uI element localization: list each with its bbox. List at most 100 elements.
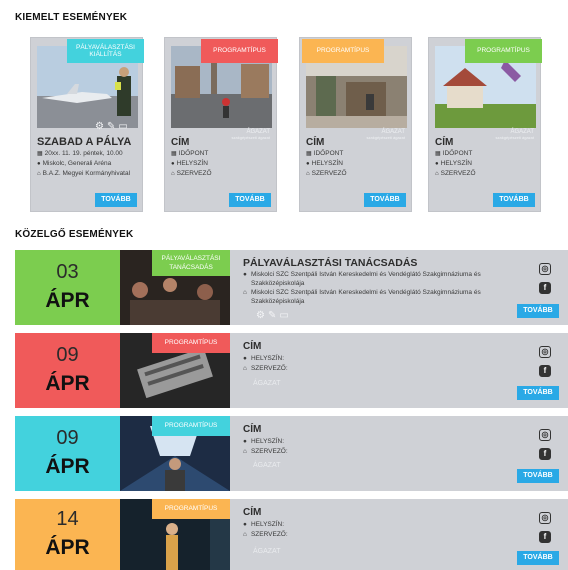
more-button[interactable]: TOVÁBB xyxy=(364,193,406,207)
event-details: ▦ IDŐPONT ● HELYSZÍN ⌂ SZERVEZŐ xyxy=(306,149,347,179)
event-month: ÁPR xyxy=(45,535,90,559)
category-icons: ⚙✎▭ xyxy=(256,310,292,321)
event-type-tag: PROGRAMTÍPUS xyxy=(465,39,542,63)
home-icon: ⌂ xyxy=(37,171,41,177)
instagram-icon[interactable]: ◎ xyxy=(539,512,551,524)
featured-card[interactable]: PROGRAMTÍPUS ÁGAZAT szakgépészeti ágazat… xyxy=(164,37,278,212)
event-details: ● HELYSZÍN: ⌂ SZERVEZŐ: xyxy=(243,354,288,374)
calendar-icon: ▦ xyxy=(37,151,43,157)
event-title: CÍM xyxy=(435,137,454,148)
event-title: CÍM xyxy=(243,507,262,518)
event-details: ▦ 20xx. 11. 19. péntek, 10.00 ● Miskolc, G… xyxy=(37,149,141,179)
location-pin-icon: ● xyxy=(243,438,247,445)
event-place: HELYSZÍN xyxy=(176,160,208,167)
sector-sub: szakgépészeti ágazat xyxy=(495,134,534,140)
event-date: IDŐPONT xyxy=(178,150,209,157)
event-title: CÍM xyxy=(243,424,262,435)
event-details: ▦ IDŐPONT ● HELYSZÍN ⌂ SZERVEZŐ xyxy=(435,149,476,179)
home-icon: ⌂ xyxy=(435,171,439,177)
event-day: 09 xyxy=(56,426,79,449)
featured-section-title: KIEMELT ESEMÉNYEK xyxy=(15,12,128,23)
facebook-icon[interactable]: f xyxy=(539,282,551,294)
featured-card[interactable]: PÁLYAVÁLASZTÁSI KIÁLLÍTÁS ⚙✎▭ SZABAD A P… xyxy=(30,37,144,212)
event-type-tag: PROGRAMTÍPUS xyxy=(152,333,230,353)
event-organizer: SZERVEZŐ: xyxy=(250,531,288,538)
upcoming-event-row[interactable]: 09 ÁPR PROGRAMTÍPUS CÍM ● HELYSZÍN: ⌂ SZER… xyxy=(15,416,568,491)
event-place: HELYSZÍN xyxy=(311,160,343,167)
home-icon: ⌂ xyxy=(171,171,175,177)
event-details: ● HELYSZÍN: ⌂ SZERVEZŐ: xyxy=(243,520,288,540)
event-organizer: SZERVEZŐ xyxy=(311,170,347,177)
category-icons: ⚙✎▭ xyxy=(95,121,131,132)
event-place: HELYSZÍN: xyxy=(250,355,285,362)
event-place: Miskolci SZC Szentpáli István Kereskedel… xyxy=(250,271,481,287)
more-button[interactable]: TOVÁBB xyxy=(517,551,559,565)
upcoming-event-row[interactable]: 09 ÁPR PROGRAMTÍPUS CÍM ● HELYSZÍN: ⌂ SZER… xyxy=(15,333,568,408)
facebook-icon[interactable]: f xyxy=(539,531,551,543)
event-place: Miskolc, Generali Aréna xyxy=(42,160,112,167)
home-icon: ⌂ xyxy=(243,531,247,538)
event-type-tag: PÁLYAVÁLASZTÁSI TANÁCSADÁS xyxy=(152,250,230,276)
event-month: ÁPR xyxy=(45,371,90,395)
sector-label: ÁGAZAT szakgépészeti ágazat xyxy=(496,129,534,140)
location-pin-icon: ● xyxy=(171,161,175,167)
instagram-icon[interactable]: ◎ xyxy=(539,429,551,441)
event-organizer: SZERVEZŐ xyxy=(176,170,212,177)
event-title: CÍM xyxy=(306,137,325,148)
instagram-icon[interactable]: ◎ xyxy=(539,263,551,275)
sector-label: ÁGAZAT szakgépészeti ágazat xyxy=(367,129,405,140)
calendar-icon: ▦ xyxy=(171,151,177,157)
event-date: 20xx. 11. 19. péntek, 10.00 xyxy=(44,150,123,157)
sector-sub: szakgépészeti ágazat xyxy=(366,134,405,140)
event-organizer: B.A.Z. Megyei Kormányhivatal xyxy=(42,170,131,177)
home-icon: ⌂ xyxy=(243,448,247,455)
event-title: PÁLYAVÁLASZTÁSI TANÁCSADÁS xyxy=(243,257,418,269)
more-button[interactable]: TOVÁBB xyxy=(493,193,535,207)
event-type-tag: PROGRAMTÍPUS xyxy=(152,499,230,519)
event-type-tag: PÁLYAVÁLASZTÁSI KIÁLLÍTÁS xyxy=(67,39,144,63)
event-place: HELYSZÍN: xyxy=(250,438,285,445)
location-pin-icon: ● xyxy=(306,161,310,167)
more-button[interactable]: TOVÁBB xyxy=(517,386,559,400)
event-organizer: Miskolci SZC Szentpáli István Kereskedel… xyxy=(250,289,481,305)
event-type-tag: PROGRAMTÍPUS xyxy=(201,39,278,63)
facebook-icon[interactable]: f xyxy=(539,365,551,377)
monitor-icon: ▭ xyxy=(118,121,131,132)
instagram-icon[interactable]: ◎ xyxy=(539,346,551,358)
wrench-icon: ✎ xyxy=(106,121,119,132)
featured-card[interactable]: PROGRAMTÍPUS ÁGAZAT szakgépészeti ágazat… xyxy=(428,37,542,212)
more-button[interactable]: TOVÁBB xyxy=(517,304,559,318)
sector-sub: szakgépészeti ágazat xyxy=(231,134,270,140)
location-pin-icon: ● xyxy=(435,161,439,167)
sector-label: ÁGAZAT xyxy=(253,380,281,387)
event-place: HELYSZÍN: xyxy=(250,521,285,528)
event-details: ● Miskolci SZC Szentpáli István Kereskede… xyxy=(243,270,533,306)
sector-label: ÁGAZAT xyxy=(253,548,281,555)
event-month: ÁPR xyxy=(45,288,90,312)
more-button[interactable]: TOVÁBB xyxy=(95,193,137,207)
event-organizer: SZERVEZŐ xyxy=(440,170,476,177)
event-date: IDŐPONT xyxy=(313,150,344,157)
location-pin-icon: ● xyxy=(243,521,247,528)
sector-label: ÁGAZAT szakgépészeti ágazat xyxy=(232,129,270,140)
event-details: ▦ IDŐPONT ● HELYSZÍN ⌂ SZERVEZŐ xyxy=(171,149,212,179)
event-day: 09 xyxy=(56,343,79,366)
featured-card[interactable]: PROGRAMTÍPUS ÁGAZAT szakgépészeti ágazat… xyxy=(299,37,412,212)
date-box: 03 ÁPR xyxy=(15,250,120,325)
facebook-icon[interactable]: f xyxy=(539,448,551,460)
upcoming-event-row[interactable]: 03 ÁPR PÁLYAVÁLASZTÁSI TANÁCSADÁS PÁLYAV… xyxy=(15,250,568,325)
event-day: 14 xyxy=(56,507,79,530)
date-box: 14 ÁPR xyxy=(15,499,120,570)
event-date: IDŐPONT xyxy=(442,150,473,157)
more-button[interactable]: TOVÁBB xyxy=(229,193,271,207)
calendar-icon: ▦ xyxy=(435,151,441,157)
event-details: ● HELYSZÍN: ⌂ SZERVEZŐ: xyxy=(243,437,288,457)
upcoming-event-row[interactable]: 14 ÁPR PROGRAMTÍPUS CÍM ● HELYSZÍN: ⌂ SZER… xyxy=(15,499,568,570)
sector-label: ÁGAZAT xyxy=(253,462,281,469)
more-button[interactable]: TOVÁBB xyxy=(517,469,559,483)
calendar-icon: ▦ xyxy=(306,151,312,157)
home-icon: ⌂ xyxy=(306,171,310,177)
monitor-icon: ▭ xyxy=(279,310,292,321)
location-pin-icon: ● xyxy=(243,271,247,278)
event-type-tag: PROGRAMTÍPUS xyxy=(152,416,230,436)
